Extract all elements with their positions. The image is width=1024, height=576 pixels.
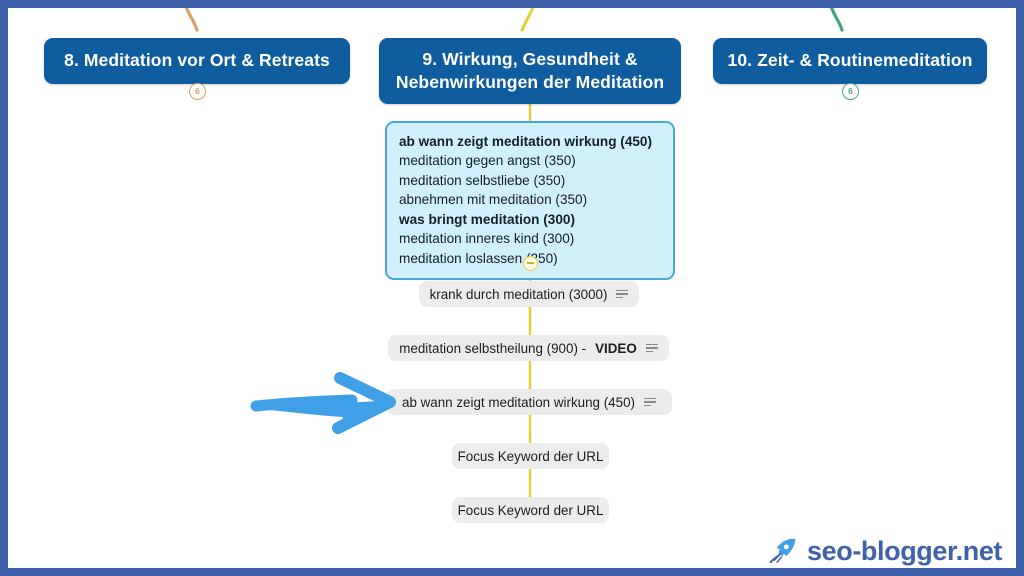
keyword-chip-label: krank durch meditation (3000) (429, 286, 608, 302)
topic-node-8[interactable]: 8. Meditation vor Ort & Retreats (44, 38, 350, 84)
annotation-arrow-icon (250, 372, 396, 434)
notes-icon[interactable] (645, 343, 658, 353)
keyword-chip[interactable]: meditation selbstheilung (900) - VIDEO (388, 335, 669, 361)
keyword-chip-label: Focus Keyword der URL (457, 448, 604, 464)
keyword-line: meditation selbstliebe (350) (399, 172, 566, 188)
logo-text: seo-blogger.net (807, 535, 1003, 566)
mindmap-canvas: 8. Meditation vor Ort & Retreats 6 9. Wi… (8, 8, 1016, 568)
keyword-chip-label: meditation selbstheilung (900) - (399, 340, 587, 356)
image-frame: 8. Meditation vor Ort & Retreats 6 9. Wi… (0, 0, 1024, 576)
topic-10-count-badge[interactable]: 6 (842, 83, 859, 100)
keyword-line: meditation gegen angst (350) (399, 153, 576, 169)
topic-node-10[interactable]: 10. Zeit- & Routinemeditation (713, 38, 987, 84)
keyword-line: ab wann zeigt meditation wirkung (450) (399, 134, 653, 149)
connector-topic-8-top (184, 8, 199, 32)
keyword-chip[interactable]: Focus Keyword der URL (452, 497, 609, 523)
keyword-chip[interactable]: krank durch meditation (3000) (419, 281, 639, 307)
keyword-chip[interactable]: Focus Keyword der URL (452, 443, 609, 469)
topic-node-9-label-line2: Nebenwirkungen der Meditation (395, 72, 665, 92)
topic-node-8-label: 8. Meditation vor Ort & Retreats (64, 50, 330, 71)
notes-icon[interactable] (643, 397, 656, 407)
topic-10-count-value: 6 (848, 86, 853, 97)
connector-topic-9-top (520, 8, 535, 32)
site-logo: seo-blogger.net (768, 536, 1002, 566)
topic-node-9[interactable]: 9. Wirkung, Gesundheit & Nebenwirkungen … (379, 38, 681, 104)
rocket-icon (769, 538, 796, 563)
keyword-chip-badge-video: VIDEO (595, 340, 637, 356)
keyword-chip-label: ab wann zeigt meditation wirkung (450) (402, 394, 635, 410)
topic-node-10-label: 10. Zeit- & Routinemeditation (727, 50, 973, 71)
topic-node-9-label-line1: 9. Wirkung, Gesundheit & (422, 48, 638, 69)
keyword-line: meditation inneres kind (300) (399, 231, 575, 247)
connector-topic-10-top (829, 8, 844, 32)
keyword-line: abnehmen mit meditation (350) (399, 192, 588, 208)
keyword-chip[interactable]: ab wann zeigt meditation wirkung (450) (386, 389, 672, 415)
notes-icon[interactable] (616, 289, 629, 299)
keyword-chip-label: Focus Keyword der URL (457, 502, 604, 518)
topic-8-count-badge[interactable]: 6 (189, 83, 206, 100)
keyword-line: was bringt meditation (300) (399, 211, 575, 227)
topic-8-count-value: 6 (195, 86, 200, 97)
collapse-minus-icon[interactable] (523, 256, 538, 271)
